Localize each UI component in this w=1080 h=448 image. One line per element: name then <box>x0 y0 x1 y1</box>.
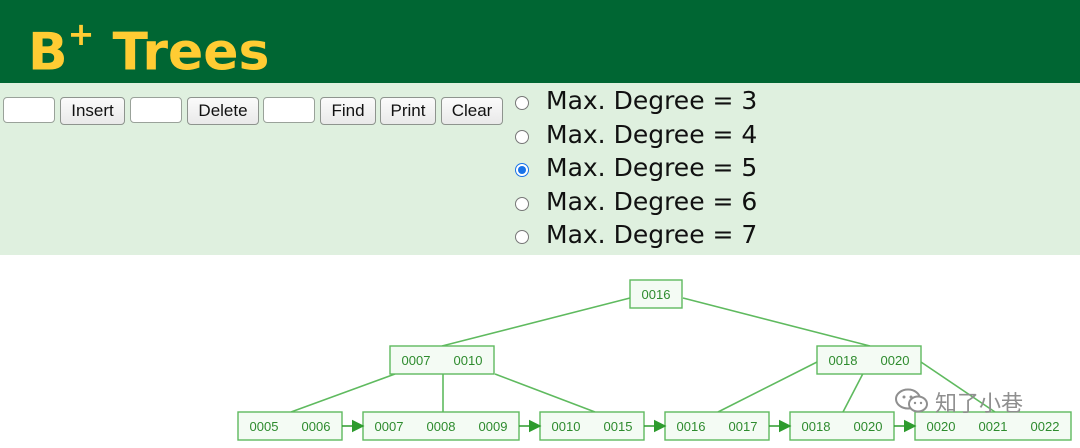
node-key: 0018 <box>829 353 858 368</box>
node-key: 0022 <box>1031 419 1060 434</box>
leaf-node[interactable]: 0018 0020 <box>789 411 895 441</box>
node-key: 0020 <box>854 419 883 434</box>
node-key: 0007 <box>402 353 431 368</box>
edge-int-leaf <box>494 373 596 413</box>
degree-label: Max. Degree = 6 <box>546 187 758 216</box>
clear-button[interactable]: Clear <box>441 97 503 125</box>
wechat-icon <box>895 388 928 413</box>
node-key: 0015 <box>604 419 633 434</box>
node-key: 0009 <box>479 419 508 434</box>
insert-button[interactable]: Insert <box>60 97 125 125</box>
node-key: 0010 <box>454 353 483 368</box>
degree-radio[interactable] <box>515 96 529 110</box>
edge-int-leaf <box>290 373 396 413</box>
leaf-node[interactable]: 0005 0006 <box>237 411 343 441</box>
leaf-node[interactable]: 0016 0017 <box>664 411 770 441</box>
leaf-node[interactable]: 0010 0015 <box>539 411 645 441</box>
degree-label: Max. Degree = 4 <box>546 120 758 149</box>
node-key: 0020 <box>927 419 956 434</box>
degree-radio[interactable] <box>515 230 529 244</box>
node-key: 0020 <box>881 353 910 368</box>
delete-input[interactable] <box>130 97 182 123</box>
node-key: 0006 <box>302 419 331 434</box>
internal-node[interactable]: 0018 0020 <box>816 345 922 375</box>
watermark-text: 知了小巷 <box>935 392 1024 417</box>
leaf-node[interactable]: 0007 0008 0009 <box>362 411 520 441</box>
delete-button[interactable]: Delete <box>187 97 259 125</box>
node-key: 0021 <box>979 419 1008 434</box>
degree-label: Max. Degree = 7 <box>546 220 758 249</box>
bplus-tree-canvas: 0016 0007 0010 0018 0020 0005 0006 0007 0008 0009… <box>237 279 1072 441</box>
degree-radio[interactable] <box>515 197 529 211</box>
find-input[interactable] <box>263 97 315 123</box>
edge-int-leaf <box>717 359 822 413</box>
root-node[interactable]: 0016 <box>629 279 683 309</box>
find-button[interactable]: Find <box>320 97 376 125</box>
edge-root-left <box>441 297 631 347</box>
node-key: 0016 <box>642 287 671 302</box>
page-header: B+ Trees <box>0 0 1080 83</box>
degree-label: Max. Degree = 3 <box>546 86 758 115</box>
node-key: 0017 <box>729 419 758 434</box>
internal-node[interactable]: 0007 0010 <box>389 345 495 375</box>
degree-label: Max. Degree = 5 <box>546 153 758 182</box>
node-key: 0010 <box>552 419 581 434</box>
edge-root-right <box>682 297 871 347</box>
node-key: 0008 <box>427 419 456 434</box>
insert-input[interactable] <box>3 97 55 123</box>
control-panel: Insert Delete Find Print Clear Max. Degr… <box>0 83 1080 255</box>
node-key: 0005 <box>250 419 279 434</box>
node-key: 0016 <box>677 419 706 434</box>
degree-radio[interactable] <box>515 130 529 144</box>
page-title: B+ Trees <box>28 15 270 83</box>
print-button[interactable]: Print <box>380 97 436 125</box>
node-key: 0018 <box>802 419 831 434</box>
degree-radio[interactable] <box>515 163 529 177</box>
node-key: 0007 <box>375 419 404 434</box>
